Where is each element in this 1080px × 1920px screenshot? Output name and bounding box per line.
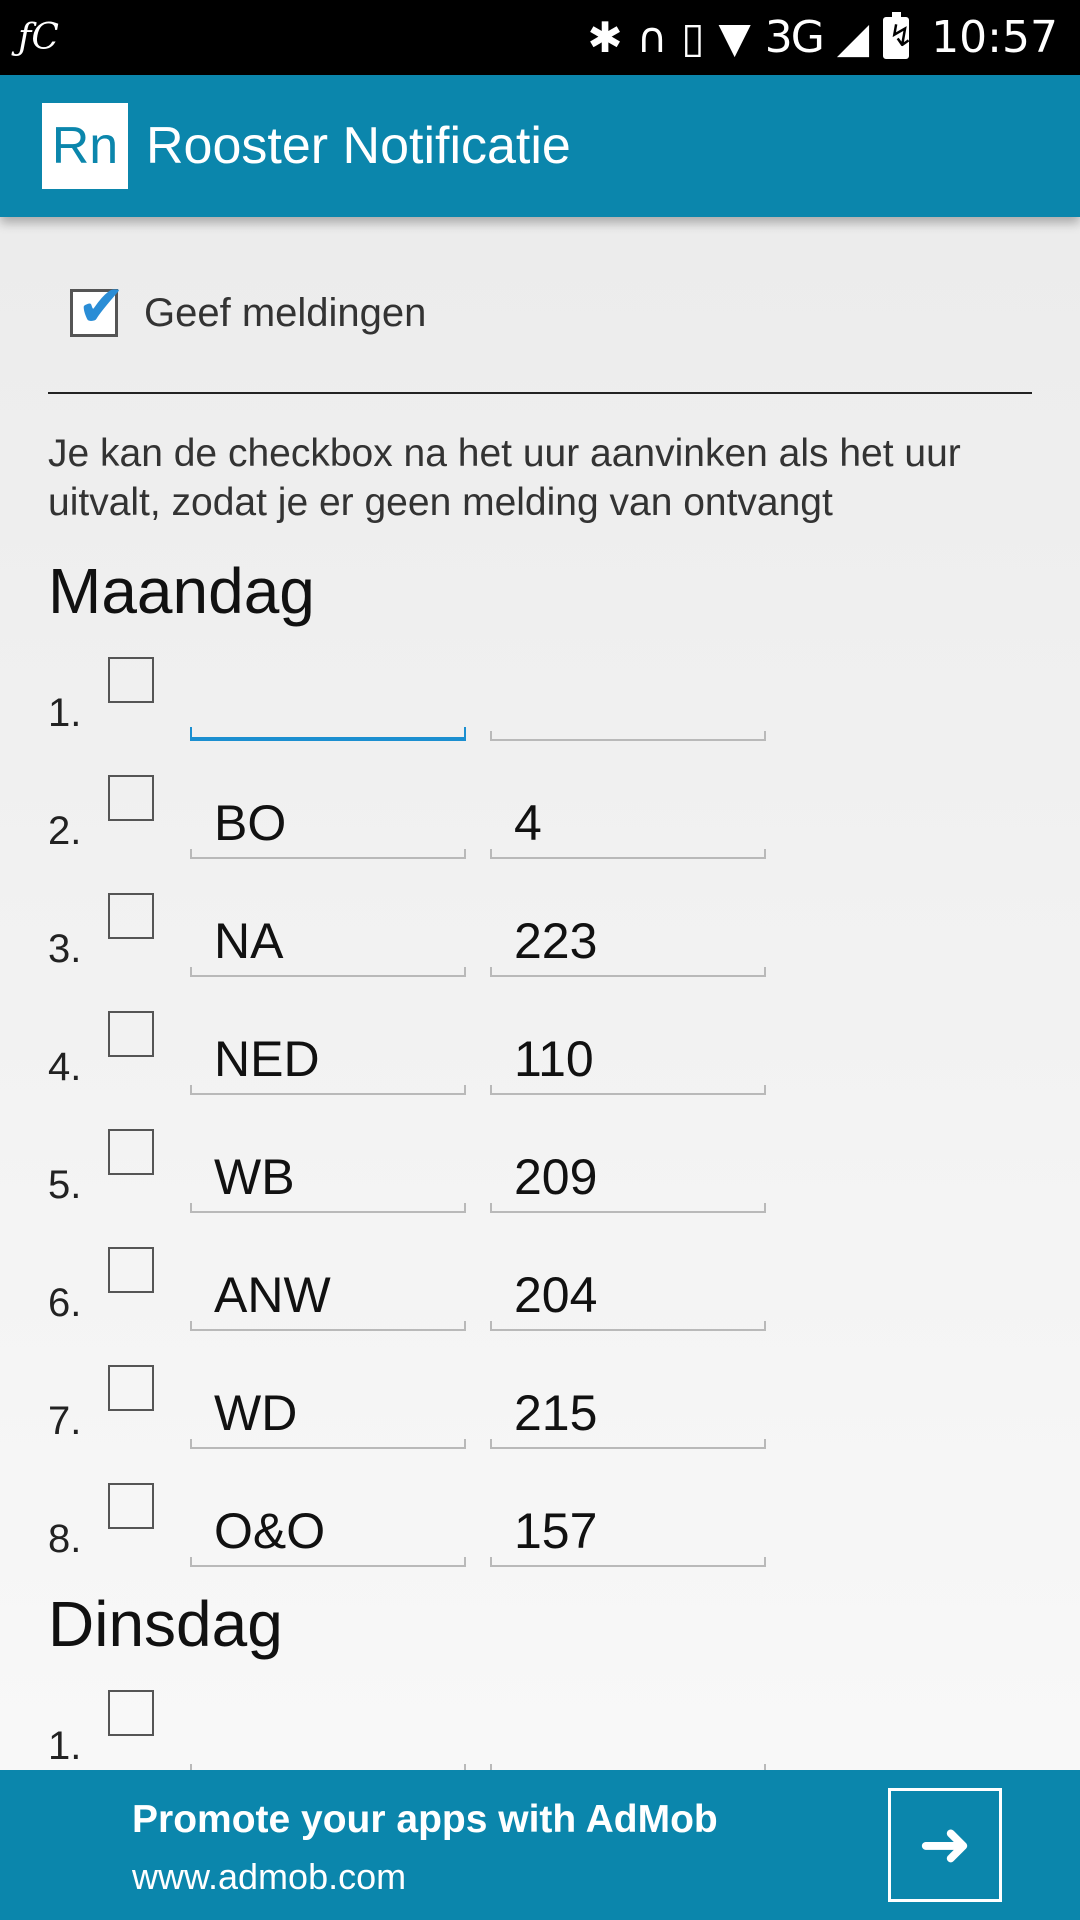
lesson-cancel-checkbox[interactable] xyxy=(108,1247,154,1293)
lesson-number: 1. xyxy=(48,1724,82,1768)
subject-field[interactable]: BO xyxy=(190,787,466,859)
lesson-cancel-checkbox[interactable] xyxy=(108,775,154,821)
lesson-cancel-checkbox[interactable] xyxy=(108,1483,154,1529)
lesson-number: 2. xyxy=(48,809,82,853)
network-type: 3G xyxy=(764,12,825,63)
notify-label: Geef meldingen xyxy=(144,290,427,335)
bluetooth-icon: ✱ xyxy=(587,12,623,62)
subject-field[interactable] xyxy=(190,669,466,741)
lesson-number: 7. xyxy=(48,1399,82,1443)
screen: ƒC ✱ ∩ ▯ ▼ 3G ◢ ↯ 10:57 Rn Rooster Notif… xyxy=(0,0,1080,1920)
signal-icon: ◢ xyxy=(836,12,870,62)
lesson-row: 1. xyxy=(0,1690,1080,1770)
ad-banner[interactable]: Promote your apps with AdMob www.admob.c… xyxy=(0,1770,1080,1920)
checkmark-icon: ✔ xyxy=(77,274,126,339)
lesson-number: 3. xyxy=(48,927,82,971)
app-logo: Rn xyxy=(42,103,128,189)
subject-field[interactable]: NA xyxy=(190,905,466,977)
room-field[interactable]: 209 xyxy=(490,1141,766,1213)
lesson-row: 6. ANW 204 xyxy=(0,1247,1080,1365)
subject-field[interactable]: O&O xyxy=(190,1495,466,1567)
lesson-number: 4. xyxy=(48,1045,82,1089)
lesson-number: 1. xyxy=(48,691,82,735)
help-text: Je kan de checkbox na het uur aanvinken … xyxy=(48,432,961,524)
subject-field[interactable]: ANW xyxy=(190,1259,466,1331)
battery-charging-icon: ↯ xyxy=(883,11,913,59)
room-field[interactable]: 4 xyxy=(490,787,766,859)
lesson-row: 5. WB 209 xyxy=(0,1129,1080,1247)
lesson-row: 4. NED 110 xyxy=(0,1011,1080,1129)
lesson-row: 8. O&O 157 xyxy=(0,1483,1080,1601)
room-field[interactable]: 223 xyxy=(490,905,766,977)
room-field[interactable] xyxy=(490,669,766,741)
status-bar: ƒC ✱ ∩ ▯ ▼ 3G ◢ ↯ 10:57 xyxy=(0,0,1080,75)
lesson-number: 5. xyxy=(48,1163,82,1207)
notify-setting[interactable]: ✔ Geef meldingen xyxy=(70,278,427,337)
room-field[interactable] xyxy=(490,1702,766,1770)
subject-field[interactable]: NED xyxy=(190,1023,466,1095)
room-field[interactable]: 215 xyxy=(490,1377,766,1449)
lesson-cancel-checkbox[interactable] xyxy=(108,1365,154,1411)
arrow-right-icon: ➜ xyxy=(918,1808,972,1882)
lesson-number: 6. xyxy=(48,1281,82,1325)
room-field[interactable]: 157 xyxy=(490,1495,766,1567)
status-icons: ✱ ∩ ▯ ▼ 3G ◢ ↯ 10:57 xyxy=(587,11,1058,63)
wifi-icon: ▼ xyxy=(718,12,751,62)
nfc-icon: ƒC xyxy=(18,17,59,58)
room-field[interactable]: 110 xyxy=(490,1023,766,1095)
day-title-maandag: Maandag xyxy=(48,555,315,627)
divider xyxy=(48,392,1032,394)
lesson-cancel-checkbox[interactable] xyxy=(108,893,154,939)
subject-field[interactable] xyxy=(190,1702,466,1770)
app-title: Rooster Notificatie xyxy=(146,117,571,175)
room-field[interactable]: 204 xyxy=(490,1259,766,1331)
lesson-cancel-checkbox[interactable] xyxy=(108,1011,154,1057)
app-bar: Rn Rooster Notificatie xyxy=(0,75,1080,217)
lesson-row: 2. BO 4 xyxy=(0,775,1080,893)
schedule-content[interactable]: ✔ Geef meldingen Je kan de checkbox na h… xyxy=(0,217,1080,1770)
subject-field[interactable]: WB xyxy=(190,1141,466,1213)
ad-title: Promote your apps with AdMob xyxy=(132,1798,718,1841)
lesson-row: 7. WD 215 xyxy=(0,1365,1080,1483)
subject-field[interactable]: WD xyxy=(190,1377,466,1449)
lesson-row: 1. xyxy=(0,657,1080,775)
ad-url[interactable]: www.admob.com xyxy=(132,1856,406,1898)
headset-icon: ∩ xyxy=(636,12,668,62)
lesson-cancel-checkbox[interactable] xyxy=(108,1690,154,1736)
notify-checkbox[interactable]: ✔ xyxy=(70,278,126,337)
lesson-cancel-checkbox[interactable] xyxy=(108,657,154,703)
lesson-row: 3. NA 223 xyxy=(0,893,1080,1011)
lesson-number: 8. xyxy=(48,1517,82,1561)
ad-open-button[interactable]: ➜ xyxy=(888,1788,1002,1902)
lesson-cancel-checkbox[interactable] xyxy=(108,1129,154,1175)
vibrate-icon: ▯ xyxy=(681,12,705,62)
clock: 10:57 xyxy=(931,12,1058,63)
day-title-dinsdag: Dinsdag xyxy=(48,1588,283,1660)
